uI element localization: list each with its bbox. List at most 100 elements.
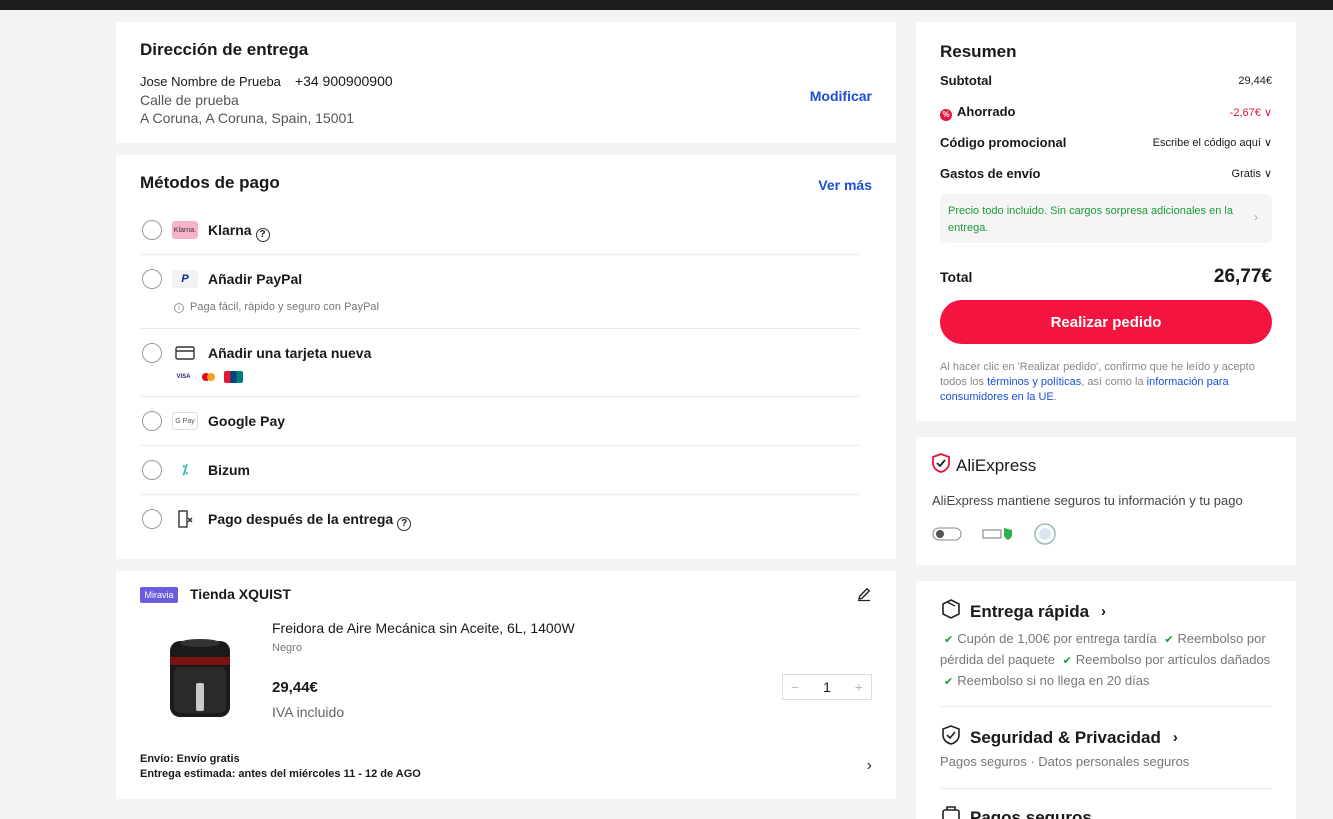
paypal-label: Añadir PayPal [208,271,303,287]
aliexpress-logo: AliExpress [932,453,1036,478]
unionpay-icon [224,371,243,383]
chevron-right-icon: › [1172,729,1178,746]
order-summary-card: Resumen Subtotal 29,44€ % Ahorrado -2,67€… [916,22,1296,421]
product-title[interactable]: Freidora de Aire Mecánica sin Aceite, 6L… [272,620,575,636]
promo-placeholder: Escribe el código aquí [1152,137,1261,149]
benefits-card: Entrega rápida › ✔ Cupón de 1,00€ por ent… [916,581,1296,819]
price-info-banner[interactable]: Precio todo incluido. Sin cargos sorpres… [940,194,1272,243]
subtotal-label: Subtotal [940,73,992,88]
store-badge: Miravia [140,587,178,603]
recipient-phone: +34 900900900 [294,73,393,89]
shipping-value-wrap[interactable]: Gratis ∨ [1232,167,1272,180]
card-label: Añadir una tarjeta nueva [208,345,372,361]
payment-option-bizum[interactable]: ⁒ Bizum [140,446,860,495]
shipping-info: Envío: Envío gratis [140,753,240,765]
divider [940,706,1272,707]
radio-paypal[interactable] [142,269,162,289]
info-icon: i [174,303,184,313]
secure-payments-title: Pagos seguros [970,807,1092,819]
divider [940,788,1272,789]
chevron-right-icon[interactable]: › [867,757,872,775]
modify-address-link[interactable]: Modificar [810,88,872,104]
radio-googlepay[interactable] [142,411,162,431]
shipping-cost-row[interactable]: Gastos de envío Gratis ∨ [940,166,1272,181]
saved-row[interactable]: % Ahorrado -2,67€ ∨ [940,104,1272,121]
edit-icon[interactable] [856,586,872,607]
see-more-payment-link[interactable]: Ver más [818,177,872,193]
chevron-down-icon: ∨ [1263,168,1272,180]
quantity-stepper[interactable]: − 1 + [782,674,872,700]
verified-badge-icon [982,526,1014,547]
cod-label: Pago después de la entrega? [208,511,412,531]
saved-value-wrap[interactable]: -2,67€ ∨ [1230,106,1272,119]
klarna-logo-icon: Klarna. [172,221,198,239]
product-price: 29,44€ [272,679,318,696]
quantity-value[interactable]: 1 [823,679,831,695]
saved-label-wrap: % Ahorrado [940,104,1016,121]
payment-option-klarna[interactable]: Klarna. Klarna? [140,205,860,255]
payment-option-cod[interactable]: Pago después de la entrega? [140,495,860,545]
price-info-text: Precio todo incluido. Sin cargos sorpres… [948,205,1233,234]
legal-text-3: . [1053,391,1057,403]
check-icon: ✔ [1164,634,1174,646]
benefit-item: Cupón de 1,00€ por entrega tardía [957,631,1157,646]
check-icon: ✔ [944,634,954,646]
trust-text: AliExpress mantiene seguros tu informaci… [932,493,1243,508]
credit-card-icon [172,344,198,362]
payment-option-paypal[interactable]: P Añadir PayPal i Paga fácil, rápido y se… [140,255,860,329]
fast-delivery-header[interactable]: Entrega rápida › [940,598,1106,625]
secure-payments-header[interactable]: Pagos seguros [940,804,1092,819]
total-label: Total [940,269,973,285]
saved-value: -2,67€ [1229,107,1261,119]
help-icon[interactable]: ? [397,517,412,531]
certified-badge-icon [1034,523,1056,550]
address-recipient: Jose Nombre de Prueba +34 900900900 [140,73,393,89]
wallet-icon [940,804,962,819]
trust-card: AliExpress AliExpress mantiene seguros t… [916,437,1296,565]
paypal-note-text: Paga fácil, rápido y seguro con PayPal [190,301,379,313]
tax-note: IVA incluido [272,704,345,720]
payment-label: Klarna? [208,222,270,242]
chevron-right-icon: › [1254,210,1258,224]
product-image[interactable] [156,631,244,723]
summary-title: Resumen [940,42,1017,61]
radio-cod[interactable] [142,509,162,529]
security-badge-icon [932,526,962,547]
help-icon[interactable]: ? [255,228,270,242]
payment-option-googlepay[interactable]: G Pay Google Pay [140,397,860,446]
bizum-logo-icon: ⁒ [182,462,188,477]
card-brands: VISA [174,371,243,383]
chevron-right-icon: › [1101,603,1107,620]
increase-quantity-button[interactable]: + [855,679,863,695]
radio-klarna[interactable] [142,220,162,240]
promo-code-row[interactable]: Código promocional Escribe el código aqu… [940,135,1272,150]
store-name[interactable]: Tienda XQUIST [190,586,291,602]
chevron-down-icon: ∨ [1263,107,1272,119]
decrease-quantity-button[interactable]: − [791,679,799,695]
googlepay-logo-icon: G Pay [172,412,198,430]
place-order-button[interactable]: Realizar pedido [940,300,1272,344]
security-privacy-header[interactable]: Seguridad & Privacidad › [940,724,1178,751]
benefit-item: Reembolso si no llega en 20 días [957,673,1150,688]
subtotal-value: 29,44€ [1238,74,1272,87]
delivery-address-card: Dirección de entrega Jose Nombre de Prue… [116,22,896,143]
terms-link[interactable]: términos y políticas [987,376,1081,388]
discount-icon: % [940,109,952,121]
address-city: A Coruna, A Coruna, Spain, 15001 [140,110,355,126]
promo-input-trigger[interactable]: Escribe el código aquí ∨ [1153,136,1272,149]
cod-label-text: Pago después de la entrega [208,511,394,527]
shield-check-icon [940,724,962,751]
address-title: Dirección de entrega [140,40,309,59]
radio-card[interactable] [142,343,162,363]
top-bar [0,0,1333,10]
mastercard-icon [199,371,218,383]
radio-bizum[interactable] [142,460,162,480]
paypal-note: i Paga fácil, rápido y seguro con PayPal [174,301,379,313]
saved-label: Ahorrado [957,104,1016,119]
bizum-label: Bizum [208,462,250,478]
shipping-label: Gastos de envío [940,166,1041,181]
payment-methods-card: Métodos de pago Ver más Klarna. Klarna? … [116,155,896,559]
total-row: Total 26,77€ [940,266,1272,288]
payment-option-card[interactable]: Añadir una tarjeta nueva VISA [140,329,860,397]
package-icon [940,598,962,625]
